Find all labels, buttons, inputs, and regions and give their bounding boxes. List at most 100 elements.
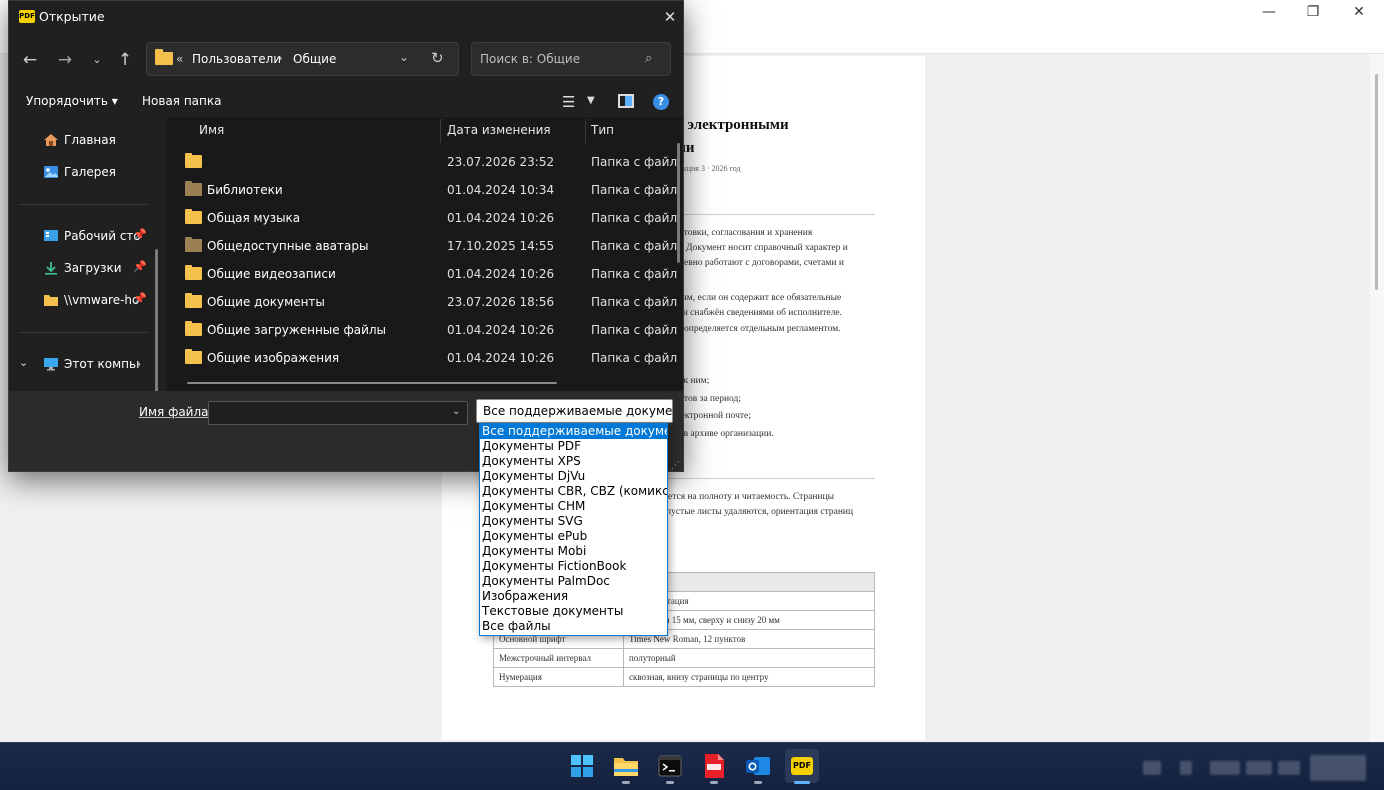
filename-label: Имя файла: — [139, 405, 213, 419]
viewer-scrollbar[interactable] — [1370, 54, 1384, 742]
search-icon[interactable]: ⌕ — [645, 51, 652, 66]
taskbar-terminal[interactable] — [653, 749, 687, 784]
column-divider[interactable] — [585, 119, 586, 143]
close-button[interactable]: ✕ — [1336, 0, 1382, 24]
up-arrow-icon[interactable]: ↑ — [112, 47, 138, 73]
view-details-icon[interactable]: ☰ — [562, 93, 575, 111]
file-date: 01.04.2024 10:34 — [447, 183, 555, 197]
table-row: Межстрочный интервал полуторный — [493, 648, 875, 668]
folder-icon — [185, 153, 202, 168]
tray-icon[interactable] — [1180, 761, 1192, 775]
nav-item-gallery[interactable]: Галерея — [9, 158, 155, 186]
column-divider[interactable] — [440, 119, 441, 143]
file-type: Папка с файлами — [591, 183, 677, 197]
file-type-option[interactable]: Текстовые документы — [480, 604, 667, 619]
pin-icon[interactable]: 📌 — [133, 260, 147, 273]
file-type-option[interactable]: Документы ePub — [480, 529, 667, 544]
breadcrumb-segment[interactable]: Пользователи — [192, 52, 281, 66]
file-row[interactable]: Общие изображения 01.04.2024 10:26 Папка… — [167, 344, 677, 372]
file-list-scrollbar[interactable] — [677, 143, 680, 263]
tray-icon[interactable] — [1278, 761, 1300, 775]
tray-icon[interactable] — [1210, 761, 1240, 775]
maximize-button[interactable]: ❐ — [1290, 0, 1336, 24]
chevron-down-icon[interactable]: ⌄ — [452, 406, 460, 417]
file-type-option[interactable]: Все файлы — [480, 619, 667, 634]
file-row[interactable]: Общие видеозаписи 01.04.2024 10:26 Папка… — [167, 260, 677, 288]
resize-grip-icon[interactable]: ⋰ — [671, 461, 680, 471]
file-type: Папка с файлами — [591, 351, 677, 365]
file-row[interactable]: Библиотеки 01.04.2024 10:34 Папка с файл… — [167, 176, 677, 204]
pdf-app-icon: PDF — [19, 10, 35, 23]
file-list-hscrollbar[interactable] — [187, 382, 557, 384]
viewer-scroll-thumb[interactable] — [1375, 74, 1378, 290]
breadcrumb-segment[interactable]: Общие — [293, 52, 336, 66]
nav-item-home[interactable]: Главная — [9, 126, 155, 154]
file-type-option[interactable]: Документы CHM — [480, 499, 667, 514]
chevron-down-icon[interactable]: ⌄ — [399, 50, 409, 64]
file-name: Общие документы — [207, 295, 325, 309]
chevron-down-icon[interactable]: ⌄ — [19, 356, 28, 369]
new-folder-button[interactable]: Новая папка — [142, 94, 221, 108]
chevron-down-icon[interactable]: ▼ — [587, 95, 595, 106]
table-row: Нумерация сквозная, внизу страницы по цен… — [493, 667, 875, 687]
file-type: Папка с файлами — [591, 239, 677, 253]
file-type-option[interactable]: Документы PDF — [480, 439, 667, 454]
taskbar-pdf-viewer[interactable]: PDF — [785, 749, 819, 784]
column-header-type[interactable]: Тип — [591, 123, 614, 137]
file-type-option[interactable]: Документы Mobi — [480, 544, 667, 559]
document-title-line: оте с электронными — [652, 117, 789, 133]
file-type-option[interactable]: Документы SVG — [480, 514, 667, 529]
file-type-option[interactable]: Документы DjVu — [480, 469, 667, 484]
file-date: 01.04.2024 10:26 — [447, 267, 555, 281]
start-button[interactable] — [565, 749, 599, 783]
pin-icon[interactable]: 📌 — [133, 228, 147, 241]
file-type-option[interactable]: Документы FictionBook — [480, 559, 667, 574]
column-header-name[interactable]: Имя — [199, 123, 224, 137]
help-icon[interactable]: ? — [653, 94, 669, 110]
file-type: Папка с файлами — [591, 295, 677, 309]
close-icon[interactable]: ✕ — [659, 6, 681, 28]
nav-item-this-pc[interactable]: ⌄ Этот компьютер — [9, 350, 155, 378]
document-text-line: ате и снабжён сведениями об исполнителе. — [668, 308, 842, 318]
file-row[interactable]: Общедоступные аватары 17.10.2025 14:55 П… — [167, 232, 677, 260]
tray-clock[interactable] — [1310, 755, 1366, 781]
nav-item-vmware-host[interactable]: \\vmware-host 📌 — [9, 286, 155, 314]
minimize-button[interactable]: — — [1246, 0, 1292, 24]
refresh-icon[interactable]: ↻ — [431, 49, 444, 67]
file-row[interactable]: Общие загруженные файлы 01.04.2024 10:26… — [167, 316, 677, 344]
filename-input[interactable] — [208, 401, 468, 425]
forward-arrow-icon[interactable]: → — [52, 47, 78, 73]
file-row[interactable]: 23.07.2026 23:52 Папка с файлами — [167, 148, 677, 176]
organize-button[interactable]: Упорядочить ▾ — [26, 94, 118, 108]
file-type-option[interactable]: Документы CBR, CBZ (комиксы) — [480, 484, 667, 499]
nav-item-downloads[interactable]: Загрузки 📌 — [9, 254, 155, 282]
file-type-option[interactable]: Документы XPS — [480, 454, 667, 469]
terminal-icon — [658, 755, 682, 777]
back-arrow-icon[interactable]: ← — [17, 47, 43, 73]
address-bar[interactable]: « Пользователи › Общие ⌄ ↻ — [146, 42, 459, 76]
file-row[interactable]: Общие документы 23.07.2026 18:56 Папка с… — [167, 288, 677, 316]
file-row[interactable]: Общая музыка 01.04.2024 10:26 Папка с фа… — [167, 204, 677, 232]
file-type-select[interactable]: Все поддерживаемые документы — [476, 399, 673, 423]
preview-pane-icon[interactable] — [618, 94, 634, 108]
file-type-option[interactable]: Документы PalmDoc — [480, 574, 667, 589]
file-type-option[interactable]: Изображения — [480, 589, 667, 604]
pin-icon[interactable]: 📌 — [133, 292, 147, 305]
chevron-down-icon[interactable]: ⌄ — [84, 47, 110, 73]
address-overflow[interactable]: « — [176, 52, 183, 66]
tray-icon[interactable] — [1143, 761, 1161, 775]
nav-item-label: Этот компьютер — [64, 357, 140, 371]
breadcrumb-separator[interactable]: › — [278, 51, 283, 65]
nav-item-label: Галерея — [64, 165, 116, 179]
nav-scrollbar[interactable] — [155, 249, 158, 391]
tray-icon[interactable] — [1246, 761, 1272, 775]
taskbar-outlook[interactable] — [741, 749, 775, 784]
sort-ascending-icon: ^ — [319, 117, 328, 124]
nav-item-desktop[interactable]: Рабочий стол 📌 — [9, 222, 155, 250]
taskbar-explorer[interactable] — [609, 749, 643, 784]
taskbar-pdf-app[interactable] — [697, 749, 731, 784]
folder-icon — [185, 293, 202, 308]
column-header-date[interactable]: Дата изменения — [447, 123, 551, 137]
file-type-option[interactable]: Все поддерживаемые документы — [480, 424, 667, 439]
search-input[interactable]: Поиск в: Общие — [471, 42, 671, 76]
